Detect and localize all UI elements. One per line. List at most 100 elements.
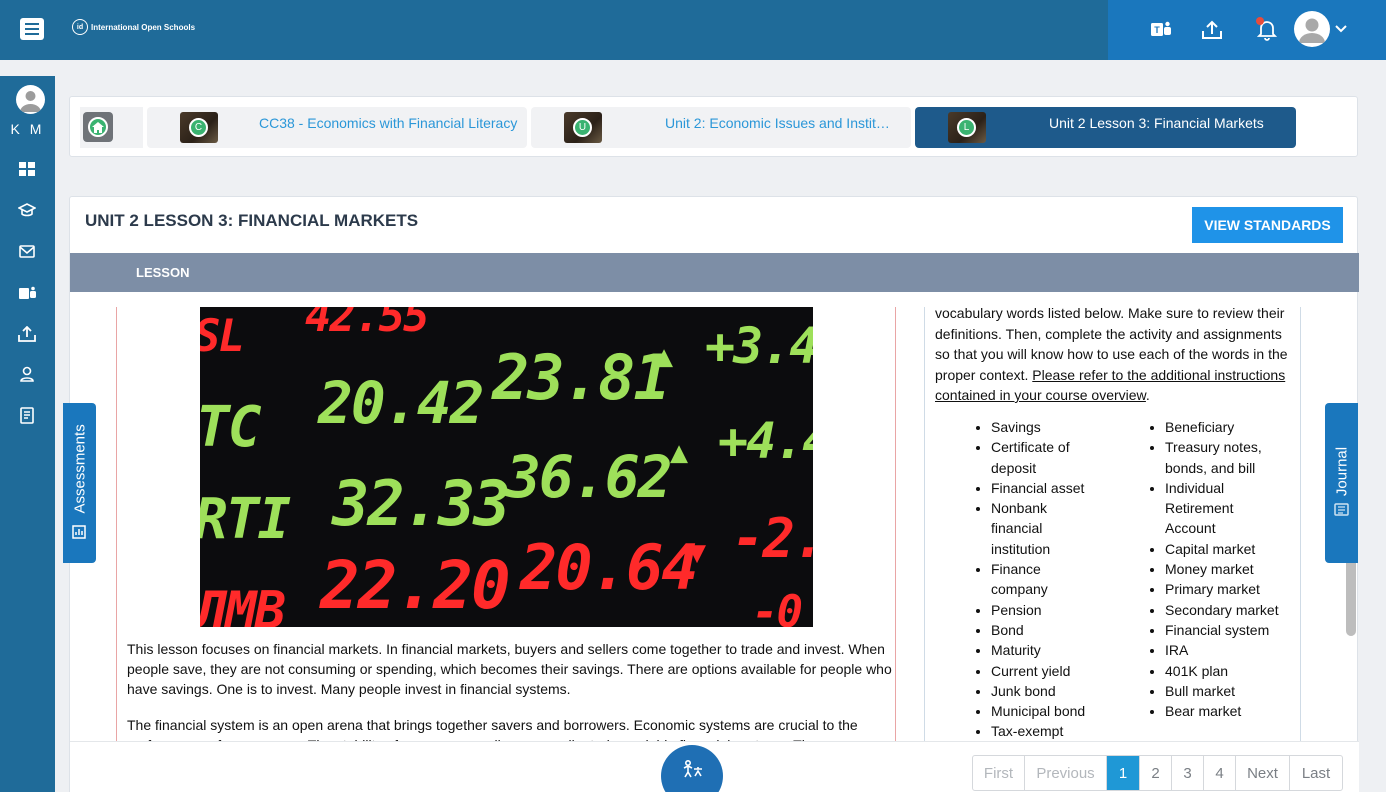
page-3-button[interactable]: 3: [1172, 756, 1204, 790]
lesson-paragraph: The financial system is an open arena th…: [127, 717, 881, 741]
next-page-button[interactable]: Next: [1236, 756, 1290, 790]
ticker-text: -2.: [732, 507, 813, 570]
upload-icon[interactable]: [17, 324, 37, 344]
report-icon[interactable]: [17, 405, 37, 425]
previous-page-button[interactable]: Previous: [1025, 756, 1107, 790]
vocab-item: Capital market: [1165, 539, 1283, 559]
vocab-item: Primary market: [1165, 579, 1283, 599]
ticker-text: +4.4: [718, 412, 813, 470]
graduation-cap-icon[interactable]: [17, 200, 37, 220]
home-tile: [83, 112, 113, 142]
logo-text: International Open Schools: [91, 22, 196, 32]
page-4-button[interactable]: 4: [1204, 756, 1236, 790]
dashboard-icon[interactable]: [17, 159, 37, 179]
last-page-button[interactable]: Last: [1290, 756, 1342, 790]
ticker-text: SL: [200, 311, 245, 362]
unit-badge: U: [573, 118, 592, 137]
user-avatar[interactable]: [1294, 11, 1330, 47]
view-standards-button[interactable]: VIEW STANDARDS: [1192, 207, 1343, 243]
ticker-text: 22.20: [320, 547, 511, 624]
menu-icon: [20, 17, 44, 40]
vocab-item: Bond: [991, 620, 1097, 640]
breadcrumb-course[interactable]: C CC38 - Economics with Financial Litera…: [147, 107, 527, 148]
breadcrumb: C CC38 - Economics with Financial Litera…: [69, 96, 1358, 157]
vocab-item: Nonbank financial institution: [991, 498, 1097, 559]
vocab-item: Junk bond: [991, 681, 1097, 701]
lesson-paragraph: This lesson focuses on financial markets…: [127, 641, 892, 697]
breadcrumb-home[interactable]: [80, 107, 143, 148]
menu-button[interactable]: [0, 0, 64, 57]
ticker-text: ЛMB: [200, 581, 286, 627]
vocabulary-list-1: SavingsCertificate of depositFinancial a…: [973, 417, 1097, 741]
svg-text:T: T: [1154, 25, 1160, 35]
tab-lesson[interactable]: LESSON: [136, 265, 189, 280]
avatar[interactable]: [16, 85, 45, 114]
vocab-item: Savings: [991, 417, 1097, 437]
unit-thumbnail: U: [564, 112, 602, 143]
vocab-item: 401K plan: [1165, 661, 1283, 681]
breadcrumb-unit[interactable]: U Unit 2: Economic Issues and Institutio…: [531, 107, 911, 148]
logo[interactable]: id International Open Schools: [72, 19, 195, 35]
chart-icon: [72, 525, 86, 539]
logo-mark: id: [72, 19, 88, 35]
vocab-item: Money market: [1165, 559, 1283, 579]
vocab-item: Certificate of deposit: [991, 437, 1097, 478]
ticker-text: 32.33: [332, 467, 511, 540]
mail-icon[interactable]: [17, 241, 37, 261]
ticker-text: +3.4: [705, 317, 813, 375]
notification-dot: [1256, 17, 1264, 25]
vocab-item: Finance company: [991, 559, 1097, 600]
translate-icon: [683, 759, 702, 778]
up-arrow-icon: ▲: [655, 339, 673, 374]
ticker-text: 36.62: [506, 443, 673, 511]
teams-icon[interactable]: [17, 283, 37, 303]
vocab-item: Financial asset: [991, 478, 1097, 498]
ticker-text: TC: [200, 395, 261, 460]
vocabulary-intro: vocabulary words listed below. Make sure…: [935, 307, 1295, 406]
vocab-item: Maturity: [991, 640, 1097, 660]
ticker-text: 20.64: [520, 531, 699, 604]
vocabulary-panel[interactable]: vocabulary words listed below. Make sure…: [924, 307, 1301, 741]
page-2-button[interactable]: 2: [1140, 756, 1172, 790]
vocab-item: Tax-exempt: [991, 721, 1097, 741]
assessments-label: Assessments: [71, 424, 89, 514]
vocab-item: Financial system: [1165, 620, 1283, 640]
up-arrow-icon: ▲: [670, 435, 688, 470]
tab-bar: LESSON: [70, 253, 1359, 292]
down-arrow-icon: ▼: [688, 535, 706, 570]
sidebar: K M: [0, 76, 55, 792]
stock-ticker-photo: 42.55 SL TC 20.42 23.81 ▲ +3.4 RTI 32.33…: [200, 307, 813, 627]
assessments-tab[interactable]: Assessments: [63, 403, 96, 563]
vocab-item: Beneficiary: [1165, 417, 1283, 437]
ticker-text: RTI: [200, 487, 291, 552]
upload-icon[interactable]: [1200, 18, 1224, 42]
vocab-item: Treasury notes, bonds, and bill: [1165, 437, 1283, 478]
vocabulary-intro-end: .: [1145, 387, 1150, 403]
vocab-item: Bear market: [1165, 701, 1283, 721]
lesson-thumbnail: L: [948, 112, 986, 143]
ticker-text: 20.42: [318, 369, 485, 437]
vocab-item: IRA: [1165, 640, 1283, 660]
breadcrumb-lesson[interactable]: L Unit 2 Lesson 3: Financial Markets: [915, 107, 1296, 148]
lesson-badge: L: [957, 118, 976, 137]
vocab-item: Secondary market: [1165, 600, 1283, 620]
teams-icon[interactable]: T: [1149, 18, 1173, 42]
journal-tab[interactable]: Journal: [1325, 403, 1358, 563]
vocab-item: Pension: [991, 600, 1097, 620]
first-page-button[interactable]: First: [973, 756, 1025, 790]
page-title: UNIT 2 LESSON 3: FINANCIAL MARKETS: [85, 211, 419, 230]
user-initials: K M: [10, 121, 45, 137]
breadcrumb-unit-label: Unit 2: Economic Issues and Institutions: [665, 115, 897, 131]
user-icon[interactable]: [17, 364, 37, 384]
lesson-card: UNIT 2 LESSON 3: FINANCIAL MARKETS VIEW …: [69, 196, 1359, 792]
vocab-item: Individual Retirement Account: [1165, 478, 1283, 539]
lesson-content[interactable]: 42.55 SL TC 20.42 23.81 ▲ +3.4 RTI 32.33…: [116, 307, 896, 741]
ticker-text: 42.55: [305, 307, 429, 342]
chevron-down-icon[interactable]: [1334, 22, 1348, 41]
course-thumbnail: C: [180, 112, 218, 143]
home-icon: [88, 117, 108, 137]
ticker-text: 23.81: [492, 341, 671, 414]
page-1-button[interactable]: 1: [1107, 756, 1140, 790]
journal-label: Journal: [1333, 446, 1351, 497]
pagination: First Previous 1 2 3 4 Next Last: [972, 755, 1343, 791]
